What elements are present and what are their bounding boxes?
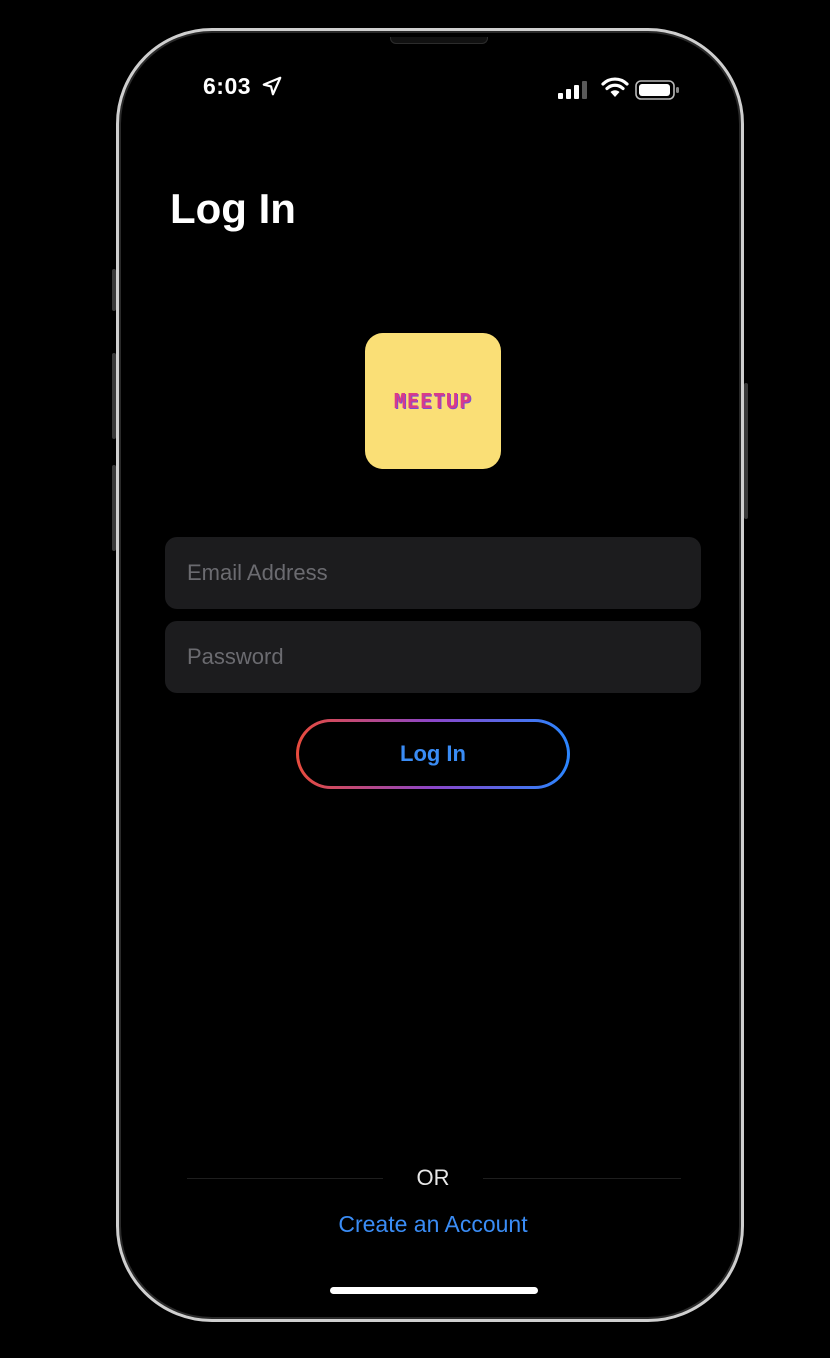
or-divider-label: OR [416,1165,450,1190]
status-time: 6:03 [203,73,252,99]
volume-down-button [112,465,116,551]
wifi-icon [601,77,629,97]
home-indicator[interactable] [330,1287,538,1294]
login-button-border[interactable]: Log In [296,719,570,789]
battery-icon [635,80,679,100]
phone-screen: 6:03 Log In MEETUP Email Address Log In … [125,37,735,1313]
screen: 6:03 Log In MEETUP Email Address Log In … [0,0,830,1358]
logo-text: MEETUP [393,389,473,413]
password-field[interactable] [165,621,701,693]
divider-left [187,1178,383,1179]
mute-switch [112,269,116,311]
create-account-link[interactable]: Create an Account [245,1211,621,1238]
power-button [744,383,748,519]
volume-up-button [112,353,116,439]
app-logo: MEETUP [365,333,501,469]
divider-right [483,1178,681,1179]
login-button[interactable]: Log In [299,722,567,786]
phone-frame: 6:03 Log In MEETUP Email Address Log In … [112,28,748,1322]
location-arrow-icon [262,76,282,96]
email-field[interactable] [165,537,701,609]
speaker-notch [390,37,488,44]
page-title: Log In [170,185,296,232]
cellular-signal-icon [558,81,587,99]
